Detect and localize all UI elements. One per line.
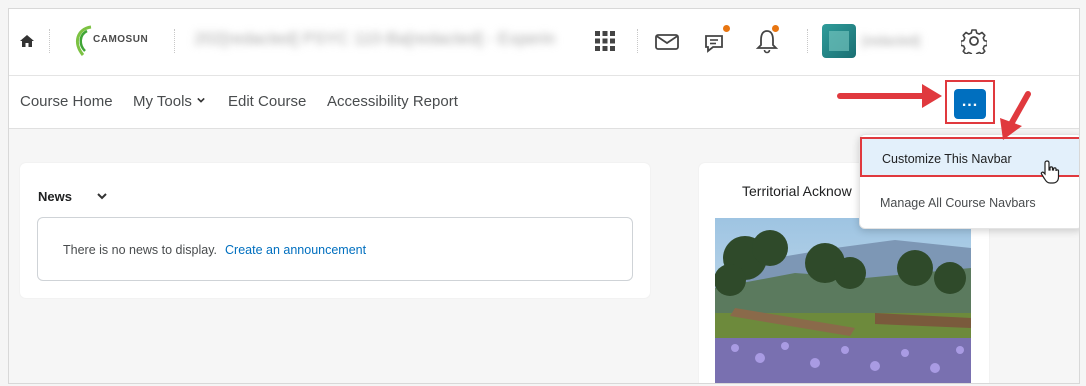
gear-icon[interactable] [961, 28, 987, 54]
separator [49, 29, 50, 53]
separator [807, 29, 808, 53]
menu-item-manage-navbars[interactable]: Manage All Course Navbars [860, 183, 1079, 223]
news-empty-text: There is no news to display. [63, 243, 218, 257]
hand-cursor-icon [1040, 160, 1060, 184]
mail-icon[interactable] [654, 27, 680, 55]
separator [174, 29, 175, 53]
create-announcement-link[interactable]: Create an announcement [225, 243, 366, 257]
chevron-down-icon[interactable] [97, 191, 107, 201]
nav-item-accessibility-report[interactable]: Accessibility Report [327, 93, 458, 110]
username[interactable]: [redacted] [862, 33, 948, 51]
browser-frame: CAMOSUN 202[redacted] PSYC 110-Ba[redact… [8, 8, 1080, 384]
minibar: CAMOSUN 202[redacted] PSYC 110-Ba[redact… [9, 9, 1079, 76]
avatar-image [829, 31, 849, 51]
nav-item-my-tools[interactable]: My Tools [133, 93, 205, 110]
camosun-logo[interactable]: CAMOSUN [69, 23, 165, 59]
nav-item-label: My Tools [133, 93, 192, 110]
separator [637, 29, 638, 53]
chevron-down-icon [197, 97, 205, 103]
logo-text: CAMOSUN [93, 34, 149, 45]
landscape-image [715, 218, 971, 383]
chat-notification-dot [723, 25, 730, 32]
news-empty-box: There is no news to display. Create an an… [37, 217, 633, 281]
bell-notification-dot [772, 25, 779, 32]
news-empty-message: There is no news to display. Create an an… [63, 243, 366, 257]
widget-title: Territorial Acknow [742, 183, 852, 199]
navbar-more-button[interactable]: ... [954, 89, 986, 119]
course-selector-grid-icon[interactable] [592, 27, 618, 55]
nav-item-edit-course[interactable]: Edit Course [228, 93, 306, 110]
nav-item-course-home[interactable]: Course Home [20, 93, 113, 110]
course-title[interactable]: 202[redacted] PSYC 110-Ba[redacted] - Ex… [194, 29, 554, 53]
news-widget: News There is no news to display. Create … [20, 163, 650, 298]
home-icon[interactable] [19, 33, 35, 49]
course-navbar: Course Home My Tools Edit Course Accessi… [9, 76, 1079, 129]
news-title: News [38, 189, 72, 204]
avatar[interactable] [822, 24, 856, 58]
